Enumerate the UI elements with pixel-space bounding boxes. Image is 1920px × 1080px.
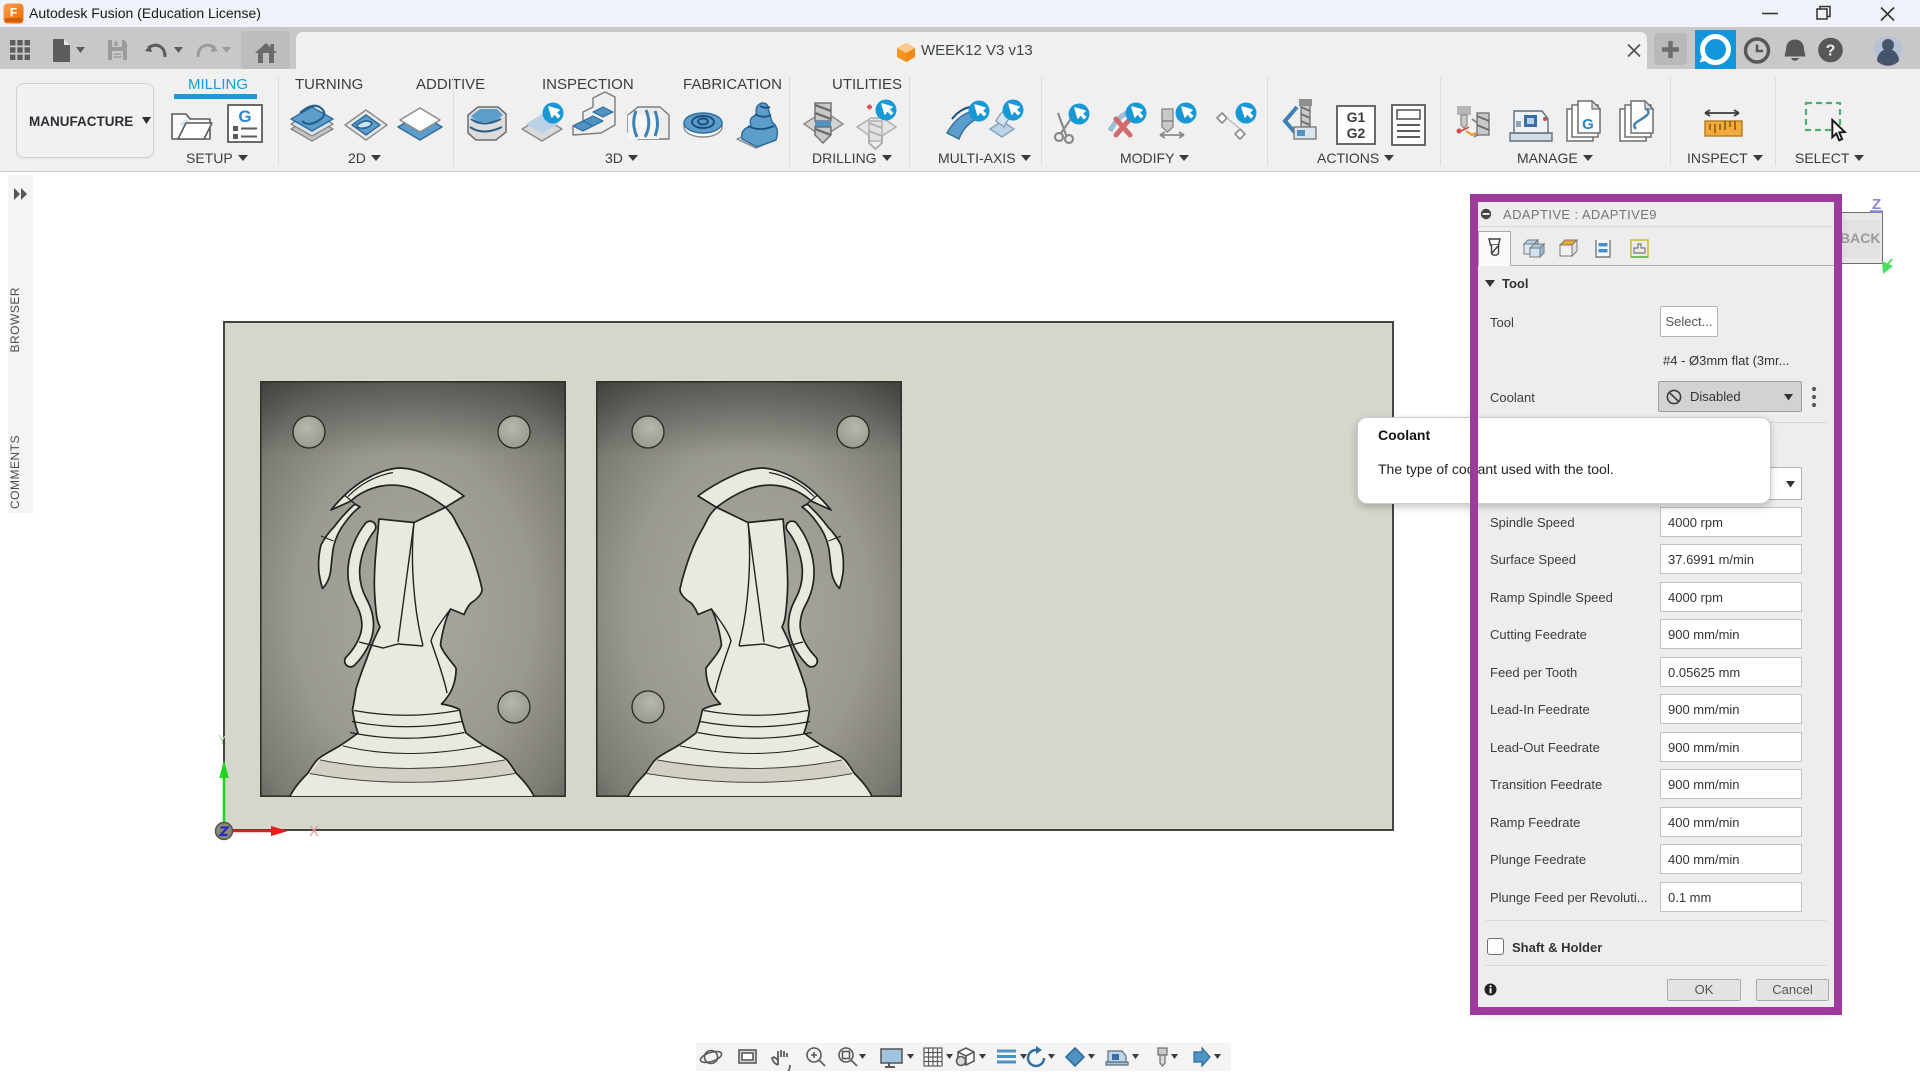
svg-text:F: F <box>10 6 17 20</box>
svg-text:G: G <box>238 107 251 126</box>
svg-text:G: G <box>1582 116 1594 133</box>
svg-text:G2: G2 <box>1347 125 1366 141</box>
svg-text:G1: G1 <box>1347 109 1366 125</box>
svg-text:X: X <box>309 823 319 840</box>
svg-text:?: ? <box>1826 43 1836 60</box>
svg-text:Y: Y <box>218 732 227 747</box>
